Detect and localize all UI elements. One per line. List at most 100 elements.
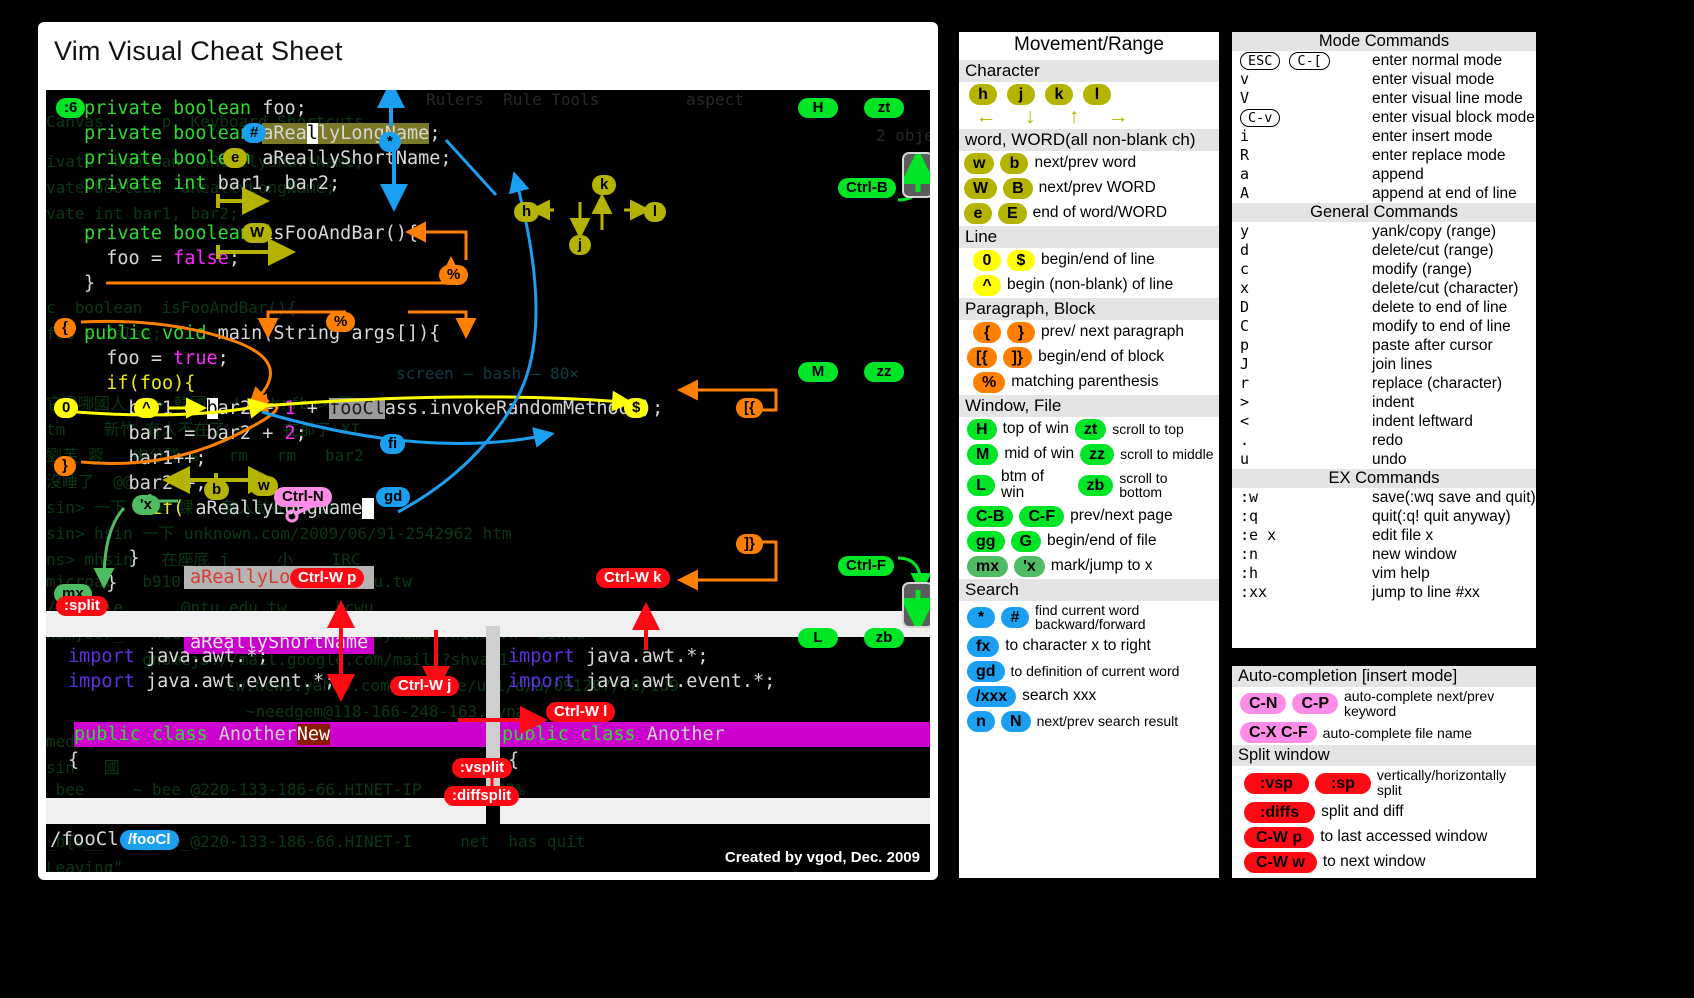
key-pill-brace-close: } (54, 456, 76, 476)
key-pill-ctrl-w-p: Ctrl-W p (290, 568, 364, 588)
key-u: u (1232, 450, 1372, 469)
split-right-import-0: import java.awt.*; (508, 646, 708, 667)
general-desc-8: replace (character) (1372, 374, 1536, 393)
general-desc-9: indent (1372, 393, 1536, 412)
mode-desc-7: append at end of line (1372, 184, 1536, 203)
search-row-0: * # find current word backward/forward (959, 601, 1219, 634)
key-pill-hash: # (242, 123, 266, 143)
split-left-statusline: AnotherNew.java 3,0-1 Top (46, 798, 486, 824)
key-ex-xx: :xx (1232, 583, 1372, 602)
key-pill-ctrl-w-l: Ctrl-W l (546, 702, 615, 722)
general-desc-4: delete to end of line (1372, 298, 1536, 317)
key-pill-dollar: $ (624, 398, 648, 418)
key-quote-x: 'x (1014, 556, 1045, 577)
key-0: 0 (973, 250, 1001, 271)
line-row-0: 0 $ begin/end of line (959, 248, 1219, 273)
line-row-1: ^ begin (non-blank) of line (959, 273, 1219, 298)
key-pill-search-fooCl: /fooCl (120, 830, 179, 850)
key-brace-close: } (1007, 322, 1035, 343)
section-word: word, WORD(all non-blank ch) (959, 129, 1219, 151)
key-p: p (1232, 336, 1372, 355)
ac-row-1: C-X C-F auto-complete file name (1232, 720, 1536, 745)
para-desc-2: matching parenthesis (1011, 374, 1158, 390)
key-pill-star: * (379, 132, 401, 152)
key-percent: % (973, 372, 1005, 393)
bg-noise: vate int bar1, bar2; (46, 204, 239, 223)
code-line: bar1 = bar2 + 1 + fooClass.invokeRandomM… (84, 398, 663, 419)
sw-row-2: C-W p to last accessed window (1232, 825, 1536, 850)
key-lt: < (1232, 412, 1372, 431)
section-paragraph: Paragraph, Block (959, 298, 1219, 320)
general-desc-1: delete/cut (range) (1372, 241, 1536, 260)
general-desc-12: undo (1372, 450, 1536, 469)
ex-desc-0: save(:wq save and quit) (1372, 488, 1536, 507)
general-row-10: <indent leftward (1232, 412, 1536, 431)
split-right-import-1: import java.awt.event.*; (508, 671, 775, 692)
scroll-indicator-top (902, 152, 930, 198)
general-desc-0: yank/copy (range) (1372, 222, 1536, 241)
key-pill-ctrl-b: Ctrl-B (838, 178, 896, 198)
ex-desc-4: vim help (1372, 564, 1536, 583)
key-pill-pct-2: % (326, 312, 355, 332)
win-desc-3: prev/next page (1070, 508, 1173, 524)
key-pill-colon6: :6 (56, 98, 85, 118)
para-desc-0: prev/ next paragraph (1041, 324, 1184, 340)
key-pill-pct-1: % (439, 265, 468, 285)
sw-desc-1: split and diff (1321, 804, 1403, 820)
vim-terminal: Canvas p Keyboard Shortcuts Rulers Rule … (46, 90, 930, 872)
key-hash: # (1001, 607, 1029, 628)
general-desc-3: delete/cut (character) (1372, 279, 1536, 298)
mode-row-3: C-venter visual block mode (1232, 108, 1536, 127)
section-search: Search (959, 579, 1219, 601)
ex-row-4: :hvim help (1232, 564, 1536, 583)
mode-desc-6: append (1372, 165, 1536, 184)
key-pill-e: e (223, 148, 247, 168)
mode-row-5: Renter replace mode (1232, 146, 1536, 165)
general-row-7: Jjoin lines (1232, 355, 1536, 374)
key-r: r (1232, 374, 1372, 393)
general-desc-2: modify (range) (1372, 260, 1536, 279)
key-pill-ctrl-f: Ctrl-F (838, 556, 894, 576)
key-dollar: $ (1007, 250, 1035, 271)
win-desc-1: mid of win (1004, 446, 1074, 462)
split-left-brace: { (68, 750, 79, 771)
sw-desc-0: vertically/horizontally split (1377, 768, 1531, 797)
key-dot: . (1232, 431, 1372, 450)
key-zt: zt (1075, 419, 1106, 440)
general-row-4: Ddelete to end of line (1232, 298, 1536, 317)
general-row-6: ppaste after cursor (1232, 336, 1536, 355)
code-line: public void main(String args[]){ (84, 323, 440, 344)
key-i: i (1232, 127, 1372, 146)
key-pill-brace-open: { (54, 318, 76, 338)
key-A: A (1232, 184, 1372, 203)
mode-desc-2: enter visual line mode (1372, 89, 1536, 108)
code-line: private int bar1, bar2; (84, 173, 340, 194)
general-row-5: Cmodify to end of line (1232, 317, 1536, 336)
key-pill-W: W (242, 223, 272, 243)
win-row-3: C-B C-F prev/next page (959, 504, 1219, 529)
key-fx: fx (967, 636, 999, 657)
general-desc-6: paste after cursor (1372, 336, 1536, 355)
code-line: foo = false; (84, 248, 240, 269)
arrow-down-icon: ↓ (1013, 107, 1047, 127)
key-pill-j-map: j (569, 235, 591, 255)
key-c-lbracket: C-[ (1289, 52, 1329, 70)
key-mx: mx (967, 556, 1008, 577)
win-row-5: mx 'x mark/jump to x (959, 554, 1219, 579)
code-line: private boolean aReallyShortName; (84, 148, 452, 169)
win-desc-4: begin/end of file (1047, 533, 1156, 549)
key-pill-block-end: ]} (736, 534, 763, 554)
key-pill-H: H (798, 98, 838, 118)
search-row-2: gd to definition of current word (959, 659, 1219, 684)
arrow-left-icon: ← (969, 107, 1003, 127)
key-zb: zb (1078, 475, 1114, 496)
general-row-0: yyank/copy (range) (1232, 222, 1536, 241)
mode-commands-title: Mode Commands (1232, 32, 1536, 51)
key-gd: gd (967, 661, 1005, 682)
key-V: V (1232, 89, 1372, 108)
ac-desc-0: auto-complete next/prev keyword (1344, 689, 1531, 718)
ac-row-0: C-N C-P auto-complete next/prev keyword (1232, 687, 1536, 720)
key-k: k (1045, 84, 1073, 105)
split-right-statusline: Top Another.java 3,0-1 Top (500, 798, 930, 824)
key-vsp: :vsp (1244, 773, 1309, 794)
